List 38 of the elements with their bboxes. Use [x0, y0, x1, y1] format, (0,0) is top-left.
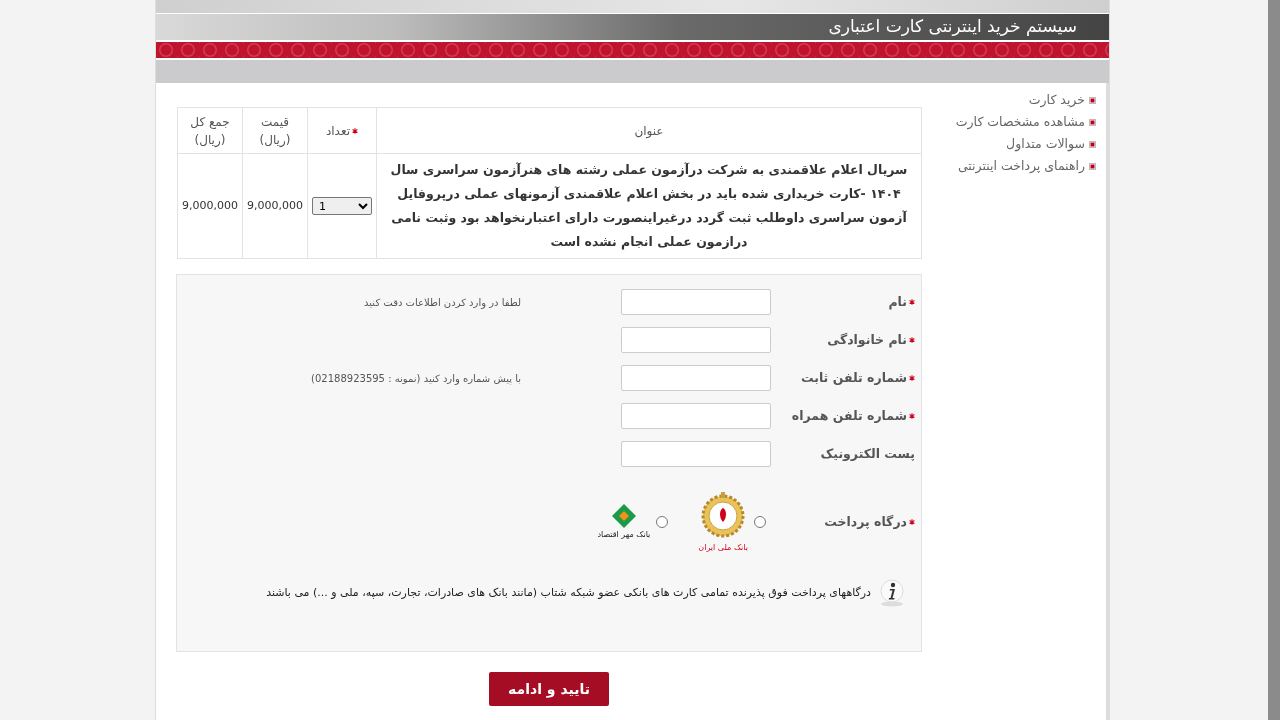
- field-label: نام خانوادگی: [827, 330, 907, 350]
- bullet-icon: [1089, 162, 1096, 170]
- sidebar-link[interactable]: مشاهده مشخصات کارت: [952, 111, 1096, 133]
- confirm-button[interactable]: تایید و ادامه: [489, 672, 609, 706]
- sidebar-link[interactable]: سوالات متداول: [952, 133, 1096, 155]
- text-input[interactable]: [621, 403, 771, 429]
- quantity-select[interactable]: 1: [311, 197, 372, 216]
- sidebar-link[interactable]: خرید کارت: [952, 89, 1096, 111]
- field-hint: با پیش شماره وارد کنید (نمونه : 02188923595): [311, 371, 521, 386]
- price-cell: 9,000,000: [242, 153, 308, 259]
- text-input[interactable]: [621, 327, 771, 353]
- item-title: سریال اعلام علاقمندی به شرکت درآزمون عملی رشته های هنرآزمون سراسری سال ۱۴۰۴ -کارت خریداری شده باید در بخش اعلام علاقمندی آزمونهای عملی درپروفایل آزمون سراسری داوطلب ثبت گردد درغیراینصورت دارای اعتبارنخواهد بود وثبت نامی درازمون عملی انجام نشده است: [376, 153, 922, 259]
- column-header: تعداد: [307, 107, 377, 154]
- radio-button[interactable]: [656, 516, 669, 528]
- column-header: قیمت (ریال): [242, 107, 308, 154]
- text-input[interactable]: [621, 441, 771, 467]
- field-label: شماره تلفن ثابت: [801, 368, 907, 387]
- text-input[interactable]: [621, 289, 771, 315]
- header-title: سیستم خرید اینترنتی کارت اعتباری: [156, 14, 1109, 42]
- total-cell: 9,000,000: [177, 153, 243, 259]
- bank-name: بانک ملی ایران: [698, 542, 748, 554]
- field-hint: لطفا در وارد کردن اطلاعات دقت کنید: [364, 295, 521, 310]
- info-icon: [879, 579, 905, 607]
- field-label: پست الکترونیک: [820, 444, 915, 463]
- sidebar-link[interactable]: راهنمای پرداخت اینترنتی: [952, 155, 1096, 177]
- radio-button[interactable]: [754, 516, 766, 528]
- bullet-icon: [1089, 96, 1096, 104]
- bullet-icon: [1089, 140, 1096, 148]
- column-header: جمع کل (ریال): [177, 107, 243, 154]
- scrollbar[interactable]: [1268, 0, 1280, 720]
- field-label: شماره تلفن همراه: [791, 406, 907, 425]
- text-input[interactable]: [621, 365, 771, 391]
- bullet-icon: [1089, 118, 1096, 126]
- column-header: عنوان: [376, 107, 922, 154]
- field-label: نام: [888, 292, 907, 312]
- field-label: درگاه پرداخت: [824, 512, 907, 531]
- bank-name: بانک مهر اقتصاد: [597, 529, 651, 541]
- gateway-note: درگاههای پرداخت فوق پذیرنده تمامی کارت های بانکی عضو شبکه شتاب (مانند بانک های صادرات، تجارت، سپه، ملی و ...) می باشند: [266, 584, 871, 601]
